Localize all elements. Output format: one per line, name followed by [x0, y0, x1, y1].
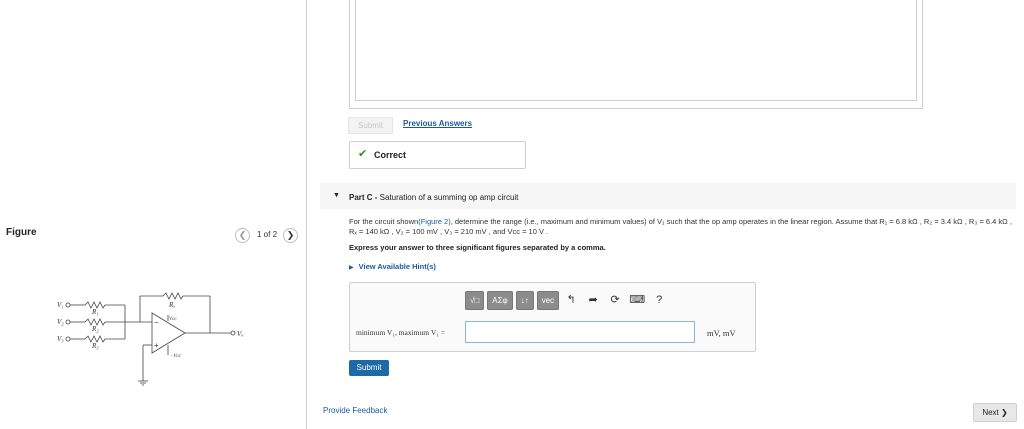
- label-minus: −: [154, 318, 159, 327]
- templates-button[interactable]: √□: [465, 291, 485, 310]
- chevron-right-icon: ❯: [286, 230, 295, 240]
- panel-divider: [306, 0, 307, 429]
- figure-prev-button[interactable]: ❮: [235, 228, 250, 243]
- help-icon[interactable]: ?: [650, 292, 668, 309]
- label-vo: Vₒ: [237, 330, 243, 338]
- undo-icon[interactable]: ↰: [562, 292, 580, 309]
- label-v2: V₂: [57, 318, 64, 326]
- hints-label: View Available Hint(s): [358, 262, 436, 271]
- view-hints-link[interactable]: ▶ View Available Hint(s): [349, 262, 436, 271]
- label-r1: R₁: [91, 308, 99, 316]
- previous-answer-field: [355, 0, 917, 101]
- vo-terminal: [230, 330, 236, 336]
- reset-icon[interactable]: ⟳: [606, 292, 624, 309]
- label-vcc-pos: Vᴄᴄ: [169, 317, 177, 322]
- checkmark-icon: ✔: [358, 148, 368, 160]
- part-c-prefix: Part C -: [349, 193, 380, 202]
- figure-next-button[interactable]: ❯: [283, 228, 298, 243]
- v3-terminal: [65, 336, 71, 342]
- figure-label: Figure: [6, 227, 37, 238]
- v2-terminal: [65, 319, 71, 325]
- label-rf: Rₓ: [168, 301, 175, 309]
- chevron-left-icon: ❮: [238, 230, 247, 240]
- answer-input-label: minimum V₁, maximum V₁ =: [356, 328, 445, 337]
- label-r3: R₃: [91, 342, 99, 350]
- provide-feedback-link[interactable]: Provide Feedback: [323, 406, 387, 415]
- vector-button[interactable]: vec: [536, 291, 560, 310]
- figure-count: 1 of 2: [257, 230, 278, 239]
- submit-button[interactable]: Submit: [349, 360, 389, 376]
- summing-op-amp-circuit: V₁ V₂ V₃ R₁ R₂ R₃ Rₓ Vₒ Vᴄᴄ −Vᴄᴄ − +: [57, 292, 243, 386]
- label-v1: V₁: [57, 301, 64, 309]
- previous-answers-link[interactable]: Previous Answers: [403, 119, 472, 128]
- answer-instruction: Express your answer to three significant…: [349, 243, 606, 252]
- question-text: For the circuit shown(Figure 2), determi…: [349, 217, 1014, 237]
- label-plus: +: [154, 341, 159, 350]
- previous-submit-button: Submit: [348, 117, 393, 134]
- answer-input[interactable]: [465, 321, 695, 343]
- next-button[interactable]: Next ❯: [973, 403, 1017, 422]
- math-toolbar: √□ AΣφ ↓↑ vec ↰ ➦ ⟳ ⌨ ?: [465, 291, 672, 310]
- correct-status-text: Correct: [374, 150, 407, 160]
- caret-right-icon: ▶: [349, 265, 354, 271]
- keyboard-icon[interactable]: ⌨: [628, 292, 646, 309]
- label-v3: V₃: [57, 335, 64, 343]
- resistor-rf: [162, 292, 184, 300]
- redo-icon[interactable]: ➦: [584, 292, 602, 309]
- label-r2: R₂: [91, 325, 99, 333]
- v1-terminal: [65, 302, 71, 308]
- answer-units: mV, mV: [707, 328, 736, 338]
- arrows-button[interactable]: ↓↑: [515, 291, 534, 310]
- question-lead: For the circuit shown: [349, 217, 419, 226]
- part-c-title: Part C - Saturation of a summing op amp …: [349, 193, 518, 202]
- label-vcc-neg: −Vᴄᴄ: [170, 354, 182, 359]
- part-c-title-text: Saturation of a summing op amp circuit: [379, 193, 519, 202]
- symbols-button[interactable]: AΣφ: [487, 291, 513, 310]
- caret-down-icon[interactable]: ▼: [333, 192, 340, 199]
- figure-2-link[interactable]: (Figure 2): [418, 217, 451, 226]
